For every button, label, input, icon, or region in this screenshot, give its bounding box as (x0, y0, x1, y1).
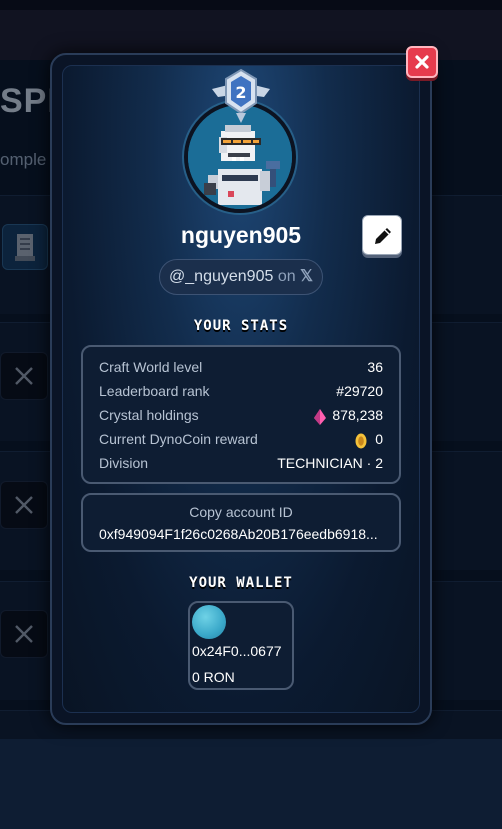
stat-value: 36 (367, 359, 383, 375)
account-id: 0xf949094F1f26c0268Ab20B176eedb6918... (99, 526, 378, 542)
wallet-section-title: YOUR WALLET (189, 575, 293, 591)
wallet-address: 0x24F0...0677 (192, 643, 282, 659)
level-badge-number: 2 (235, 83, 246, 102)
stat-row-crystals: Crystal holdings 878,238 (99, 407, 383, 427)
stat-row-dynocoin: Current DynoCoin reward 0 (99, 431, 383, 451)
stat-value: #29720 (336, 383, 383, 399)
x-handle-link[interactable]: @_nguyen905 on 𝕏 (159, 259, 323, 295)
stat-label: Craft World level (99, 359, 203, 375)
stat-value: TECHNICIAN · 2 (277, 455, 383, 471)
stat-label: Leaderboard rank (99, 383, 210, 399)
wallet-card[interactable]: 0x24F0...0677 0 RON (188, 601, 294, 690)
stats-section-title: YOUR STATS (193, 318, 289, 334)
stat-label: Crystal holdings (99, 407, 199, 423)
close-button[interactable] (406, 46, 438, 78)
copy-account-id-button[interactable]: Copy account ID 0xf949094F1f26c0268Ab20B… (81, 493, 401, 552)
x-handle: @_nguyen905 (169, 268, 274, 285)
stat-row-level: Craft World level 36 (99, 359, 383, 379)
wallet-avatar (192, 605, 226, 639)
x-handle-on: on (277, 268, 296, 285)
stat-label: Division (99, 455, 149, 471)
crystal-icon (314, 409, 326, 425)
stat-value: 0 (375, 431, 383, 447)
stat-label: Current DynoCoin reward (99, 431, 258, 447)
edit-profile-button[interactable] (362, 215, 402, 255)
stat-value: 878,238 (332, 407, 383, 423)
close-icon (415, 55, 429, 69)
stats-card: Craft World level 36 Leaderboard rank #2… (81, 345, 401, 484)
stat-row-rank: Leaderboard rank #29720 (99, 383, 383, 403)
pencil-icon (375, 228, 391, 244)
copy-account-id-label: Copy account ID (189, 504, 293, 520)
dynocoin-icon (355, 433, 367, 449)
level-badge: 2 (210, 67, 272, 125)
x-logo-icon: 𝕏 (300, 268, 313, 285)
stat-row-division: Division TECHNICIAN · 2 (99, 455, 383, 475)
wallet-balance: 0 RON (192, 669, 235, 685)
